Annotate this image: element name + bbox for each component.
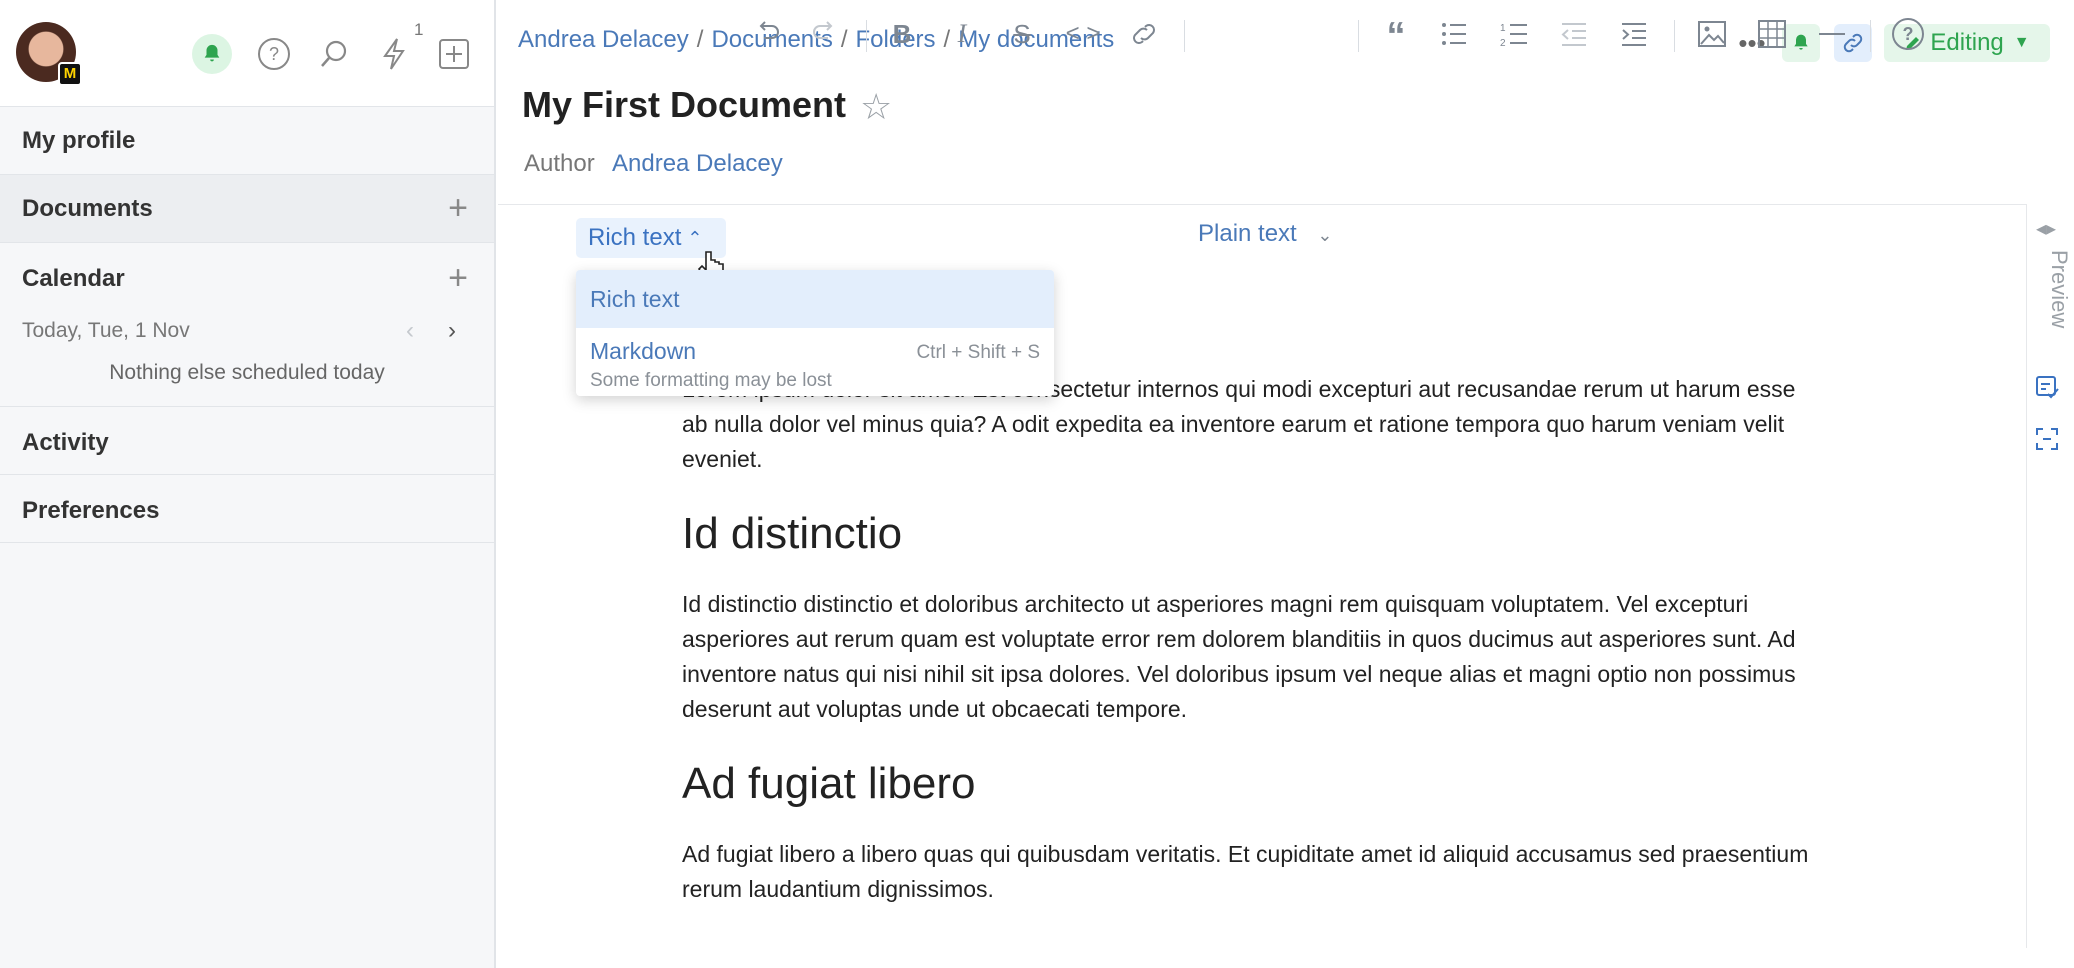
notification-bell-icon[interactable] bbox=[192, 34, 232, 74]
sidebar-item-my-profile[interactable]: My profile bbox=[0, 107, 494, 175]
editing-label: Editing bbox=[1930, 29, 2004, 56]
block-style-label: Plain text bbox=[1198, 220, 1297, 247]
menu-item-label: Markdown bbox=[590, 338, 697, 364]
sidebar-item-label: My profile bbox=[22, 127, 136, 154]
blockquote-icon[interactable]: “ bbox=[1376, 15, 1416, 57]
undo-icon[interactable] bbox=[748, 16, 788, 52]
add-document-button[interactable]: + bbox=[448, 191, 468, 225]
paragraph: Ad fugiat libero a libero quas qui quibu… bbox=[682, 841, 1809, 902]
lightning-icon[interactable] bbox=[374, 34, 414, 74]
svg-text:?: ? bbox=[269, 44, 279, 64]
sidebar-item-calendar[interactable]: Calendar + Today, Tue, 1 Nov ‹ › Nothing… bbox=[0, 243, 494, 407]
menu-item-label: Rich text bbox=[590, 286, 680, 312]
indent-icon[interactable] bbox=[1614, 16, 1654, 52]
bullet-list-icon[interactable] bbox=[1434, 16, 1474, 52]
italic-icon[interactable]: I bbox=[944, 16, 980, 52]
outdent-icon[interactable] bbox=[1554, 16, 1594, 52]
link-icon[interactable] bbox=[1124, 16, 1164, 52]
caret-down-icon: ▼ bbox=[2013, 34, 2030, 51]
author-label: Author bbox=[524, 150, 595, 177]
heading: Id distinctio bbox=[682, 509, 903, 558]
sidebar-item-label: Documents bbox=[22, 195, 153, 222]
numbered-list-icon[interactable]: 12 bbox=[1494, 16, 1534, 52]
chevron-up-icon: ⌃ bbox=[687, 227, 703, 248]
block-style-select[interactable]: Plain text ⌄ bbox=[1198, 220, 1332, 248]
sidebar-item-activity[interactable]: Activity bbox=[0, 407, 494, 475]
sidebar-item-label: Preferences bbox=[22, 497, 160, 524]
prev-day-button[interactable]: ‹ bbox=[406, 317, 414, 345]
menu-item-shortcut: Ctrl + Shift + S bbox=[916, 342, 1040, 363]
paragraph: Id distinctio distinctio et doloribus ar… bbox=[682, 591, 1796, 722]
sidebar-item-label: Calendar bbox=[22, 265, 125, 292]
svg-text:1: 1 bbox=[1500, 23, 1506, 34]
help-icon[interactable]: ? bbox=[254, 34, 294, 74]
add-square-icon[interactable] bbox=[434, 34, 474, 74]
calendar-date: Today, Tue, 1 Nov bbox=[22, 319, 190, 342]
focus-mode-icon[interactable] bbox=[2034, 426, 2060, 457]
author-link[interactable]: Andrea Delacey bbox=[612, 150, 783, 178]
editor-mode-menu: Rich text Markdown Ctrl + Shift + S Some… bbox=[576, 270, 1054, 396]
document-title[interactable]: My First Document bbox=[522, 84, 846, 126]
image-icon[interactable] bbox=[1692, 16, 1732, 52]
preview-toggle[interactable]: Preview bbox=[2028, 250, 2072, 328]
breadcrumb-item[interactable]: Andrea Delacey bbox=[518, 26, 689, 53]
table-icon[interactable] bbox=[1752, 16, 1792, 52]
chevron-down-icon: ⌄ bbox=[1317, 225, 1333, 245]
expand-preview-icon[interactable]: ◂▸ bbox=[2036, 216, 2056, 241]
search-icon[interactable] bbox=[314, 34, 354, 74]
activity-count: 1 bbox=[414, 20, 424, 39]
menu-item-hint: Some formatting may be lost bbox=[590, 370, 832, 391]
review-changes-icon[interactable] bbox=[2034, 374, 2060, 405]
favorite-star-icon[interactable]: ☆ bbox=[860, 86, 892, 128]
sidebar-item-preferences[interactable]: Preferences bbox=[0, 475, 494, 543]
menu-item-rich-text[interactable]: Rich text bbox=[576, 270, 1054, 328]
redo-icon[interactable] bbox=[804, 16, 844, 52]
calendar-empty-message: Nothing else scheduled today bbox=[109, 361, 385, 384]
heading: Ad fugiat libero bbox=[682, 759, 976, 808]
strikethrough-icon[interactable]: S bbox=[1004, 16, 1040, 52]
sidebar: M ? 1 My profile Documents + Calendar + … bbox=[0, 0, 496, 968]
svg-text:2: 2 bbox=[1500, 38, 1506, 48]
svg-text:?: ? bbox=[1903, 24, 1914, 44]
sidebar-header: M ? 1 bbox=[0, 0, 494, 107]
menu-item-markdown[interactable]: Markdown Ctrl + Shift + S Some formattin… bbox=[576, 328, 1054, 396]
horizontal-rule-icon[interactable] bbox=[1812, 16, 1852, 52]
bold-icon[interactable]: B bbox=[884, 16, 920, 52]
editor-content[interactable]: Lorem ipsum dolor sit amet. Est consecte… bbox=[682, 372, 1822, 907]
sidebar-item-label: Activity bbox=[22, 429, 109, 456]
app-badge: M bbox=[58, 62, 82, 86]
breadcrumb-separator: / bbox=[696, 26, 704, 53]
help-circle-icon[interactable]: ? bbox=[1888, 16, 1928, 52]
editor-mode-label: Rich text bbox=[588, 224, 682, 251]
code-icon[interactable]: < > bbox=[1060, 16, 1106, 52]
add-event-button[interactable]: + bbox=[448, 261, 468, 295]
sidebar-item-documents[interactable]: Documents + bbox=[0, 175, 494, 243]
next-day-button[interactable]: › bbox=[448, 317, 456, 345]
